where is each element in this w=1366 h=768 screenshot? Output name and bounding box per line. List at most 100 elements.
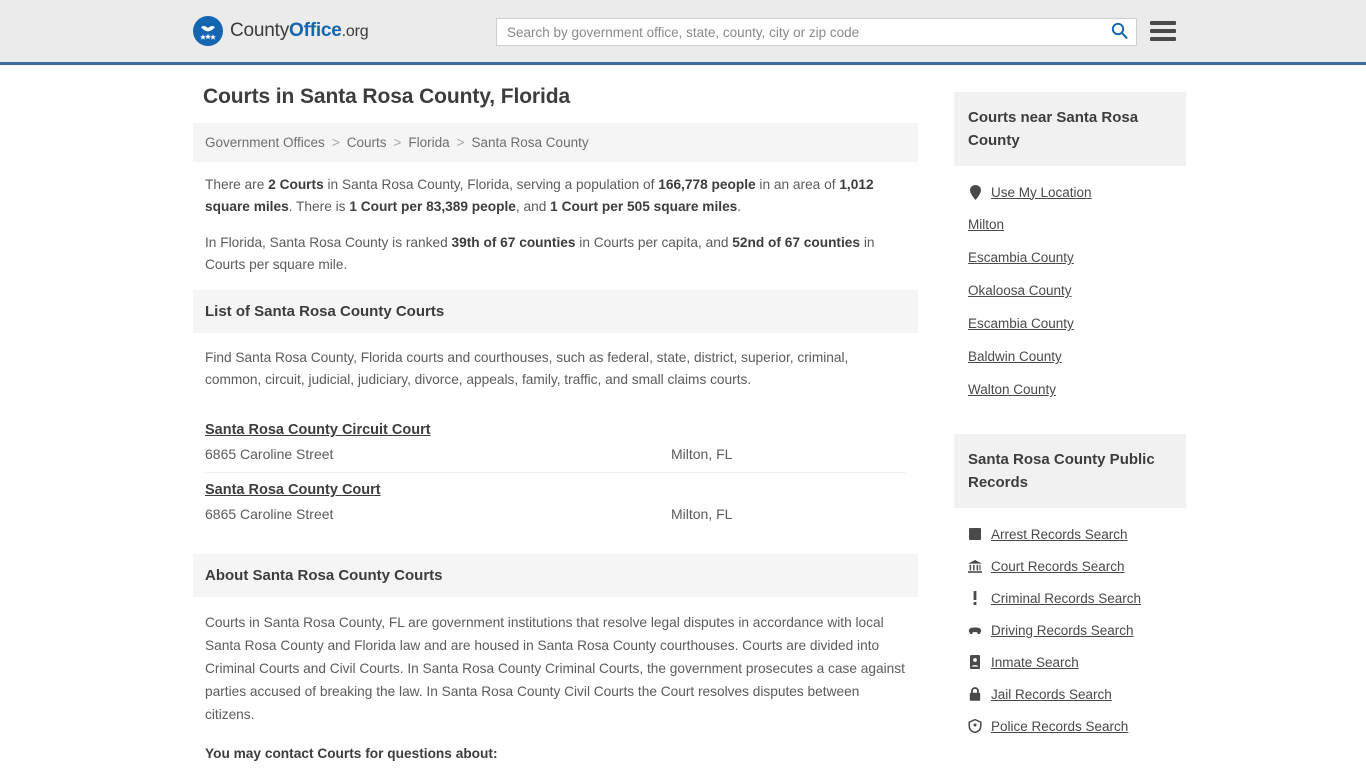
table-row: Santa Rosa County Circuit Court 6865 Car… bbox=[205, 413, 906, 473]
records-card-heading: Santa Rosa County Public Records bbox=[954, 434, 1186, 508]
record-link-row[interactable]: Arrest Records Search bbox=[954, 518, 1186, 550]
stat-text: , and bbox=[515, 199, 551, 214]
car-icon bbox=[968, 622, 982, 638]
nearby-link-row[interactable]: Escambia County bbox=[954, 241, 1186, 274]
statistics-block: There are 2 Courts in Santa Rosa County,… bbox=[193, 162, 918, 276]
site-logo-text: CountyOffice.org bbox=[230, 20, 369, 42]
menu-bar-3 bbox=[1150, 37, 1176, 41]
record-link-row[interactable]: Court Records Search bbox=[954, 550, 1186, 582]
main-content: Courts in Santa Rosa County, Florida Gov… bbox=[193, 85, 918, 768]
court-list: Santa Rosa County Circuit Court 6865 Car… bbox=[193, 413, 918, 532]
breadcrumb-item-government-offices[interactable]: Government Offices bbox=[205, 135, 325, 150]
list-section-heading: List of Santa Rosa County Courts bbox=[193, 290, 918, 333]
stat-text: . There is bbox=[288, 199, 350, 214]
page-body: Courts in Santa Rosa County, Florida Gov… bbox=[0, 65, 1366, 768]
use-my-location-link[interactable]: Use My Location bbox=[991, 185, 1092, 200]
search-button[interactable] bbox=[1102, 19, 1136, 45]
logo-text-part3: .org bbox=[341, 23, 369, 40]
record-link-row[interactable]: Police Records Search bbox=[954, 710, 1186, 742]
court-address: 6865 Caroline Street bbox=[205, 506, 334, 522]
table-row: Santa Rosa County Court 6865 Caroline St… bbox=[205, 473, 906, 532]
nearby-link-row[interactable]: Milton bbox=[954, 208, 1186, 241]
lock-icon bbox=[968, 686, 982, 702]
menu-bar-1 bbox=[1150, 21, 1176, 25]
search-bar[interactable] bbox=[496, 18, 1137, 46]
courthouse-icon bbox=[968, 558, 982, 574]
breadcrumb: Government Offices > Courts > Florida > … bbox=[193, 123, 918, 162]
court-name-link[interactable]: Santa Rosa County Circuit Court bbox=[205, 422, 431, 438]
stat-rank-per-area: 52nd of 67 counties bbox=[732, 235, 861, 250]
record-link-row[interactable]: Jail Records Search bbox=[954, 678, 1186, 710]
nearby-link-walton-county[interactable]: Walton County bbox=[968, 382, 1056, 397]
stat-text: in Courts per capita, and bbox=[575, 235, 733, 250]
criminal-records-search-link[interactable]: Criminal Records Search bbox=[991, 591, 1141, 606]
nearby-link-escambia-county-1[interactable]: Escambia County bbox=[968, 250, 1074, 265]
stat-courts-count: 2 Courts bbox=[268, 177, 324, 192]
driving-records-search-link[interactable]: Driving Records Search bbox=[991, 623, 1134, 638]
statistics-paragraph-2: In Florida, Santa Rosa County is ranked … bbox=[205, 232, 906, 276]
about-section-heading: About Santa Rosa County Courts bbox=[193, 554, 918, 597]
fingerprint-card-icon bbox=[968, 526, 982, 542]
about-paragraph: Courts in Santa Rosa County, FL are gove… bbox=[205, 615, 905, 722]
court-meta: 6865 Caroline Street Milton, FL bbox=[205, 506, 906, 522]
about-section-body: Courts in Santa Rosa County, FL are gove… bbox=[193, 597, 918, 768]
record-link-row[interactable]: Inmate Search bbox=[954, 646, 1186, 678]
stat-rank-per-capita: 39th of 67 counties bbox=[451, 235, 576, 250]
court-city-state: Milton, FL bbox=[671, 506, 733, 522]
nearby-link-row[interactable]: Baldwin County bbox=[954, 340, 1186, 373]
nearby-link-row[interactable]: Escambia County bbox=[954, 307, 1186, 340]
breadcrumb-separator: > bbox=[331, 135, 340, 150]
breadcrumb-item-florida[interactable]: Florida bbox=[408, 135, 449, 150]
inmate-search-link[interactable]: Inmate Search bbox=[991, 655, 1079, 670]
contact-lead: You may contact Courts for questions abo… bbox=[205, 746, 498, 761]
breadcrumb-item-courts[interactable]: Courts bbox=[347, 135, 387, 150]
logo-text-part1: County bbox=[230, 20, 290, 41]
stat-text: . bbox=[737, 199, 742, 214]
id-badge-icon bbox=[968, 654, 982, 670]
records-card-links: Arrest Records Search Court Records Sear… bbox=[954, 508, 1186, 748]
map-pin-icon bbox=[968, 184, 982, 200]
nearby-link-baldwin-county[interactable]: Baldwin County bbox=[968, 349, 1062, 364]
arrest-records-search-link[interactable]: Arrest Records Search bbox=[991, 527, 1128, 542]
list-section-description-wrap: Find Santa Rosa County, Florida courts a… bbox=[193, 333, 918, 409]
exclamation-icon bbox=[968, 590, 982, 606]
sidebar: Courts near Santa Rosa County Use My Loc… bbox=[954, 85, 1186, 768]
record-link-row[interactable]: Driving Records Search bbox=[954, 614, 1186, 646]
nearby-link-escambia-county-2[interactable]: Escambia County bbox=[968, 316, 1074, 331]
site-header: CountyOffice.org bbox=[0, 0, 1366, 65]
nearby-link-milton[interactable]: Milton bbox=[968, 217, 1004, 232]
record-link-row[interactable]: Criminal Records Search bbox=[954, 582, 1186, 614]
search-input[interactable] bbox=[497, 19, 1102, 45]
police-badge-icon bbox=[968, 718, 982, 734]
breadcrumb-separator: > bbox=[456, 135, 465, 150]
jail-records-search-link[interactable]: Jail Records Search bbox=[991, 687, 1112, 702]
nearby-link-row[interactable]: Walton County bbox=[954, 373, 1186, 406]
logo-text-part2: Office bbox=[289, 20, 342, 41]
eagle-shield-logo-icon bbox=[193, 16, 223, 46]
breadcrumb-separator: > bbox=[393, 135, 402, 150]
site-logo[interactable]: CountyOffice.org bbox=[193, 16, 369, 46]
stat-text: in Santa Rosa County, Florida, serving a… bbox=[323, 177, 659, 192]
page-title: Courts in Santa Rosa County, Florida bbox=[203, 85, 571, 108]
court-name-link[interactable]: Santa Rosa County Court bbox=[205, 482, 381, 498]
nearby-card-heading: Courts near Santa Rosa County bbox=[954, 92, 1186, 166]
court-meta: 6865 Caroline Street Milton, FL bbox=[205, 446, 906, 462]
police-records-search-link[interactable]: Police Records Search bbox=[991, 719, 1128, 734]
hamburger-menu-icon[interactable] bbox=[1150, 19, 1176, 43]
nearby-link-row[interactable]: Okaloosa County bbox=[954, 274, 1186, 307]
nearby-link-okaloosa-county[interactable]: Okaloosa County bbox=[968, 283, 1072, 298]
search-icon bbox=[1111, 22, 1128, 42]
use-my-location-row[interactable]: Use My Location bbox=[954, 176, 1186, 208]
list-section-description: Find Santa Rosa County, Florida courts a… bbox=[205, 350, 849, 387]
court-records-search-link[interactable]: Court Records Search bbox=[991, 559, 1125, 574]
nearby-card-links: Use My Location Milton Escambia County O… bbox=[954, 166, 1186, 412]
stat-text: in an area of bbox=[755, 177, 840, 192]
stat-per-area: 1 Court per 505 square miles bbox=[550, 199, 738, 214]
statistics-paragraph-1: There are 2 Courts in Santa Rosa County,… bbox=[205, 174, 906, 218]
stat-text: There are bbox=[205, 177, 269, 192]
court-city-state: Milton, FL bbox=[671, 446, 733, 462]
stat-per-capita: 1 Court per 83,389 people bbox=[349, 199, 516, 214]
menu-bar-2 bbox=[1150, 29, 1176, 33]
breadcrumb-item-santa-rosa-county[interactable]: Santa Rosa County bbox=[472, 135, 589, 150]
